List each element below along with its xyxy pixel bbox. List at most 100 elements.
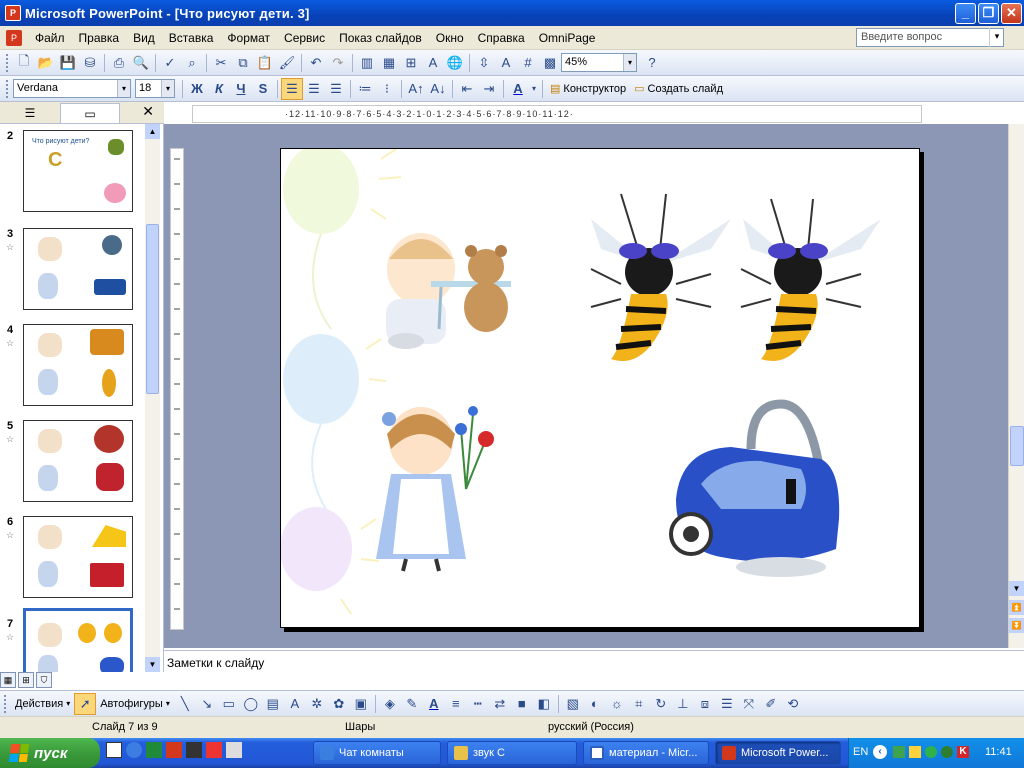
task-chat-room[interactable]: Чат комнаты xyxy=(313,741,441,765)
icq-icon[interactable] xyxy=(925,746,937,758)
menu-omnipage[interactable]: OmniPage xyxy=(532,27,603,49)
chevron-down-icon[interactable]: ▾ xyxy=(161,80,174,97)
thumbnail[interactable] xyxy=(23,228,133,310)
close-icon[interactable]: ✕ xyxy=(142,103,154,120)
slide-canvas[interactable] xyxy=(280,148,920,628)
sorter-view-icon[interactable]: ⊞ xyxy=(18,672,34,688)
tray-expand-icon[interactable]: ‹ xyxy=(873,745,887,759)
design-button[interactable]: ▤ Конструктор xyxy=(546,82,630,96)
document-icon[interactable]: P xyxy=(6,29,22,46)
open-icon[interactable]: 📂 xyxy=(35,52,57,74)
paste-icon[interactable]: 📋 xyxy=(254,52,276,74)
close-button[interactable]: ✕ xyxy=(1001,3,1022,24)
align-center-icon[interactable]: ☰ xyxy=(303,78,325,100)
scroll-down-icon[interactable]: ▼ xyxy=(145,657,160,672)
actions-menu[interactable]: Действия ▾ xyxy=(11,698,74,710)
panel-scrollbar[interactable]: ▲ ▼ xyxy=(145,124,160,672)
minimize-button[interactable]: _ xyxy=(955,3,976,24)
bullets-icon[interactable]: ⁝ xyxy=(376,78,398,100)
line-color-icon[interactable]: ✎ xyxy=(401,693,423,715)
network-icon[interactable] xyxy=(893,746,905,758)
slide-thumbnail-2[interactable]: 2 Что рисуют дети? С xyxy=(0,130,146,218)
new-icon[interactable]: 🗋 xyxy=(13,52,35,74)
task-powerpoint[interactable]: Microsoft Power... xyxy=(715,741,841,765)
table-icon[interactable]: ▦ xyxy=(378,52,400,74)
powerpoint-icon[interactable]: P xyxy=(5,5,21,21)
arrow-style-icon[interactable]: ⇄ xyxy=(489,693,511,715)
line-weight-icon[interactable]: ☰ xyxy=(716,693,738,715)
task-word[interactable]: материал - Micr... xyxy=(583,741,709,765)
permission-icon[interactable]: ⛁ xyxy=(79,52,101,74)
cut-icon[interactable]: ✂ xyxy=(210,52,232,74)
rectangle-icon[interactable]: ▭ xyxy=(218,693,240,715)
wordart-icon[interactable]: A xyxy=(284,693,306,715)
browser-icon[interactable] xyxy=(126,742,142,758)
language-indicator[interactable]: EN xyxy=(853,746,868,758)
transparent-color-icon[interactable]: ✐ xyxy=(760,693,782,715)
new-slide-button[interactable]: ▭ Создать слайд xyxy=(630,82,727,96)
scroll-up-icon[interactable]: ▲ xyxy=(145,124,160,139)
menu-tools[interactable]: Сервис xyxy=(277,27,332,49)
color-grayscale-icon[interactable]: ▩ xyxy=(539,52,561,74)
rotate-icon[interactable]: ↻ xyxy=(650,693,672,715)
vertical-scrollbar[interactable]: ▼ ⏫ ⏬ xyxy=(1008,124,1024,648)
textbox-icon[interactable]: ▤ xyxy=(262,693,284,715)
align-left-icon[interactable]: ☰ xyxy=(281,77,303,100)
notes-pane[interactable]: Заметки к слайду xyxy=(164,650,1024,690)
toolbar-grip[interactable] xyxy=(6,79,9,98)
thumbnail[interactable]: Что рисуют дети? С xyxy=(23,130,133,212)
copy-icon[interactable]: ⧉ xyxy=(232,52,254,74)
menu-file[interactable]: Файл xyxy=(28,27,72,49)
previous-slide-icon[interactable]: ⏫ xyxy=(1009,600,1024,615)
align-right-icon[interactable]: ☰ xyxy=(325,78,347,100)
decrease-indent-icon[interactable]: ⇤ xyxy=(456,78,478,100)
save-icon[interactable]: 💾 xyxy=(57,52,79,74)
scrollbar-thumb[interactable] xyxy=(1010,426,1024,466)
tab-slides[interactable]: ▭ xyxy=(60,102,120,123)
shadow-style-icon[interactable]: ■ xyxy=(511,693,533,715)
redo-icon[interactable]: ↷ xyxy=(327,52,349,74)
research-icon[interactable]: ⌕ xyxy=(181,52,203,74)
undo-icon[interactable]: ↶ xyxy=(305,52,327,74)
excel-icon[interactable] xyxy=(146,742,162,758)
start-button[interactable]: пуск xyxy=(0,738,100,768)
font-size-combo[interactable]: 18 ▾ xyxy=(135,79,175,98)
thumbnail-selected[interactable] xyxy=(23,608,133,672)
align-icon[interactable]: ⊥ xyxy=(672,693,694,715)
chevron-down-icon[interactable]: ▾ xyxy=(623,54,636,71)
italic-button[interactable]: К xyxy=(208,78,230,100)
expand-icon[interactable]: ⇳ xyxy=(473,52,495,74)
format-painter-icon[interactable]: 🖌 xyxy=(276,52,298,74)
slide-thumbnail-3[interactable]: 3 ☆ xyxy=(0,228,146,316)
normal-view-icon[interactable]: ▦ xyxy=(0,672,16,688)
underline-button[interactable]: Ч xyxy=(230,78,252,100)
decrease-font-icon[interactable]: A↓ xyxy=(427,78,449,100)
select-pointer-icon[interactable]: ➚ xyxy=(74,692,97,715)
chevron-down-icon[interactable]: ▾ xyxy=(117,80,130,97)
hyperlink-icon[interactable]: 🌐 xyxy=(444,52,466,74)
clipart-icon[interactable]: ✿ xyxy=(328,693,350,715)
notepad-icon[interactable] xyxy=(226,742,242,758)
app-icon[interactable] xyxy=(206,742,222,758)
increase-font-icon[interactable]: A↑ xyxy=(405,78,427,100)
toolbar-grip[interactable] xyxy=(4,694,7,713)
scrollbar-thumb[interactable] xyxy=(146,224,159,394)
calculator-icon[interactable] xyxy=(186,742,202,758)
slide-thumbnail-5[interactable]: 5 ☆ xyxy=(0,420,146,508)
increase-indent-icon[interactable]: ⇥ xyxy=(478,78,500,100)
image-tools-icon[interactable]: ▧ xyxy=(562,693,584,715)
menu-window[interactable]: Окно xyxy=(429,27,471,49)
font-color-icon[interactable]: A xyxy=(507,78,529,100)
wordart-icon[interactable]: A xyxy=(422,52,444,74)
tab-outline[interactable]: ☰ xyxy=(0,103,60,123)
autoshapes-menu[interactable]: Автофигуры ▾ xyxy=(96,698,174,710)
chart-icon[interactable]: ▥ xyxy=(356,52,378,74)
slide-thumbnail-7[interactable]: 7 ☆ xyxy=(0,608,146,672)
reset-picture-icon[interactable]: ⟲ xyxy=(782,693,804,715)
clock[interactable]: 11:41 xyxy=(985,746,1012,758)
spelling-icon[interactable]: ✓ xyxy=(159,52,181,74)
picture-icon[interactable]: ▣ xyxy=(350,693,372,715)
slideshow-view-icon[interactable]: ⛉ xyxy=(36,672,52,688)
fill-color-icon[interactable]: ◈ xyxy=(379,693,401,715)
bold-button[interactable]: Ж xyxy=(186,78,208,100)
